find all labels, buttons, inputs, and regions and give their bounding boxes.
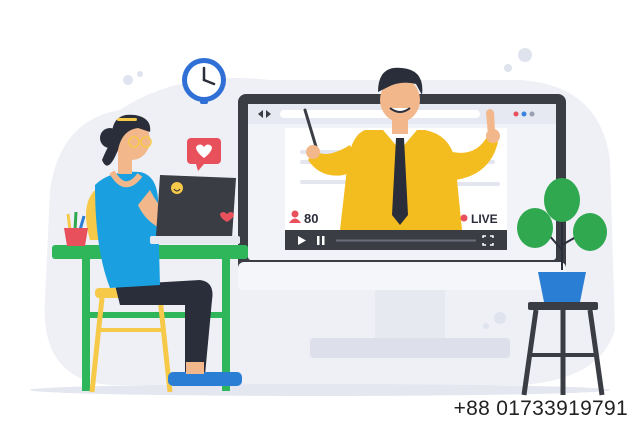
progress-track[interactable]: [336, 239, 476, 242]
online-class-illustration: 80 LIVE: [30, 48, 615, 396]
live-dot-icon: [460, 214, 468, 222]
pencil-cup: [64, 211, 88, 246]
laptop: [150, 175, 240, 244]
live-label: LIVE: [471, 212, 498, 226]
viewer-count: 80: [304, 211, 318, 226]
contact-phone-number: +88 01733919791: [453, 397, 628, 420]
